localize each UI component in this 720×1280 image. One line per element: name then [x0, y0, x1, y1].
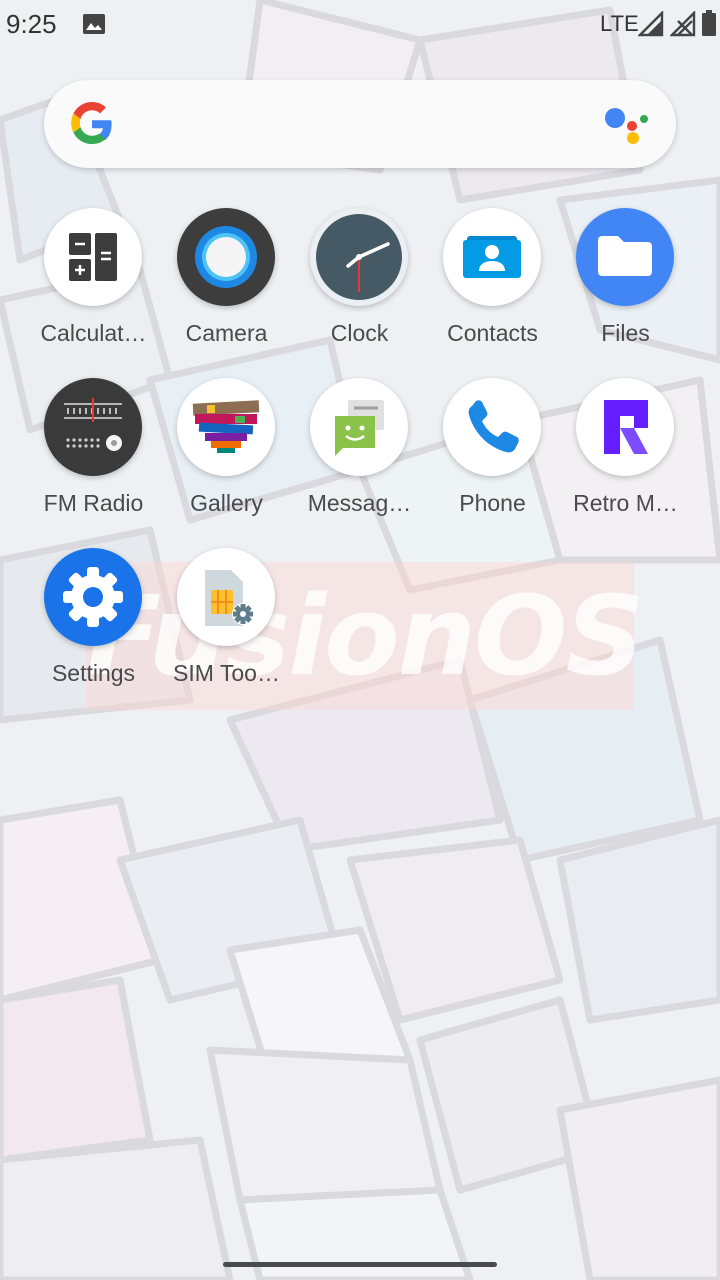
app-settings[interactable]: Settings	[27, 548, 160, 708]
gallery-notification-icon	[83, 14, 105, 34]
app-contacts[interactable]: Contacts	[426, 208, 559, 368]
app-label: Calculat…	[40, 320, 147, 346]
fm-radio-icon[interactable]	[44, 378, 142, 476]
app-label: Clock	[330, 320, 389, 346]
app-messaging[interactable]: Messag…	[293, 378, 426, 538]
app-label: FM Radio	[43, 490, 144, 516]
app-label: Retro M…	[573, 490, 678, 516]
signal-no-service-icon	[670, 11, 696, 37]
camera-icon[interactable]	[177, 208, 275, 306]
app-label: Phone	[459, 490, 526, 516]
signal-icon	[638, 11, 664, 37]
app-fm-radio[interactable]: FM Radio	[27, 378, 160, 538]
app-gallery[interactable]: Gallery	[160, 378, 293, 538]
app-label: Messag…	[307, 490, 412, 516]
files-icon[interactable]	[576, 208, 674, 306]
app-clock[interactable]: Clock	[293, 208, 426, 368]
app-calculator[interactable]: Calculat…	[27, 208, 160, 368]
messaging-icon[interactable]	[310, 378, 408, 476]
status-bar: 9:25 LTE	[0, 0, 720, 50]
app-sim-toolkit[interactable]: SIM Too…	[160, 548, 293, 708]
app-label: Files	[601, 320, 650, 346]
contacts-icon[interactable]	[443, 208, 541, 306]
retro-music-icon[interactable]	[576, 378, 674, 476]
app-label: Camera	[185, 320, 268, 346]
app-label: SIM Too…	[173, 660, 280, 686]
gallery-icon[interactable]	[177, 378, 275, 476]
app-files[interactable]: Files	[559, 208, 692, 368]
network-type: LTE	[600, 11, 639, 36]
status-time: 9:25	[6, 9, 57, 39]
clock-icon[interactable]	[310, 208, 408, 306]
app-label: Gallery	[190, 490, 263, 516]
navigation-gesture-handle[interactable]	[223, 1262, 497, 1267]
settings-icon[interactable]	[44, 548, 142, 646]
app-retro-music[interactable]: Retro M…	[559, 378, 692, 538]
phone-icon[interactable]	[443, 378, 541, 476]
app-label: Contacts	[447, 320, 538, 346]
calculator-icon[interactable]	[44, 208, 142, 306]
google-logo-icon[interactable]	[68, 100, 116, 148]
google-search-bar[interactable]	[44, 80, 676, 168]
google-assistant-icon[interactable]	[602, 104, 650, 144]
app-phone[interactable]: Phone	[426, 378, 559, 538]
sim-toolkit-icon[interactable]	[177, 548, 275, 646]
app-label: Settings	[51, 660, 136, 686]
battery-icon	[702, 10, 716, 36]
app-camera[interactable]: Camera	[160, 208, 293, 368]
